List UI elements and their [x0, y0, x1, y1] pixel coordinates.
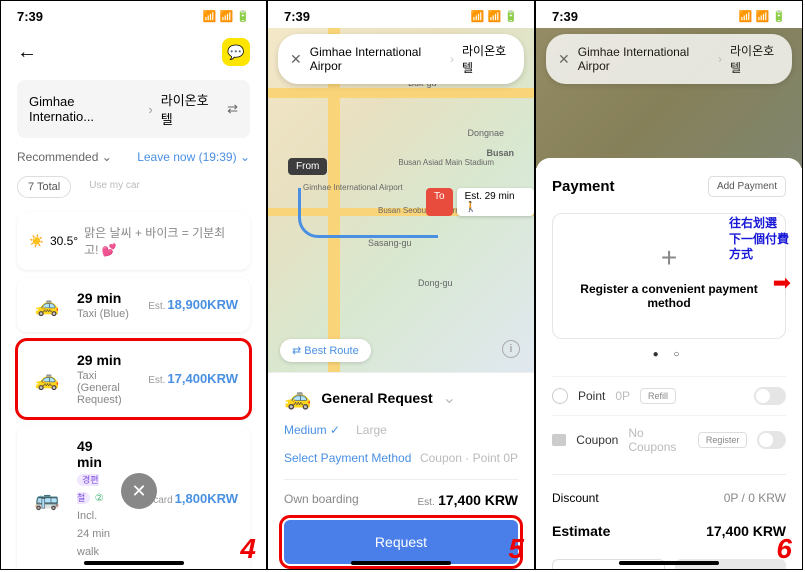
info-icon[interactable]: i	[502, 340, 520, 358]
filter-row: Recommended ⌄ Leave now (19:39) ⌄	[1, 142, 266, 172]
card-sub: Taxi (Blue)	[77, 308, 136, 320]
weather-temp: 30.5°	[50, 234, 78, 248]
status-time: 7:39	[284, 9, 310, 24]
estimate-row: Estimate 17,400 KRW	[552, 517, 786, 545]
coupon-row[interactable]: Coupon No Coupons Register	[552, 415, 786, 464]
route-to: 라이온호텔	[161, 90, 219, 128]
payment-method-row[interactable]: Select Payment Method Coupon · Point 0P	[284, 451, 518, 465]
search-pill[interactable]: ✕ Gimhae International Airpor › 라이온호텔	[278, 34, 524, 84]
coupon-icon	[552, 434, 566, 446]
coupon-toggle[interactable]	[757, 431, 786, 449]
result-card-taxi-blue[interactable]: 🚕 29 min Taxi (Blue) Est.18,900KRW	[17, 278, 250, 332]
add-payment-button[interactable]: Add Payment	[708, 176, 786, 197]
card-price: 1,800KRW	[175, 491, 238, 506]
sun-icon: ☀️	[29, 234, 44, 248]
back-icon[interactable]: ←	[17, 41, 37, 64]
card-price: 17,400KRW	[167, 371, 238, 386]
card-time: 49 min	[77, 438, 112, 470]
route-line	[298, 188, 438, 238]
sort-dropdown[interactable]: Recommended ⌄	[17, 150, 112, 164]
point-row[interactable]: Point 0P Refill	[552, 376, 786, 415]
step-number: 5	[508, 533, 524, 565]
weather-text: 맑은 날씨 + 바이크 = 기분최고! 💕	[84, 224, 238, 258]
home-indicator[interactable]	[84, 561, 184, 565]
status-bar: 7:39 📶 📶 🔋	[536, 1, 802, 28]
size-medium[interactable]: Medium ✓	[284, 423, 340, 437]
phone-screen-2: 7:39 📶 📶 🔋 Buk-gu Busan Dongnae Sasang-g…	[267, 0, 535, 570]
search-from: Gimhae International Airpor	[310, 45, 442, 73]
weather-card: ☀️ 30.5° 맑은 날씨 + 바이크 = 기분최고! 💕	[17, 212, 250, 270]
leave-time[interactable]: Leave now (19:39) ⌄	[137, 150, 250, 164]
chevron-right-icon: ›	[148, 102, 152, 117]
taxi-icon: 🚕	[29, 366, 65, 392]
card-time: 29 min	[77, 290, 136, 306]
close-icon: ✕	[558, 51, 570, 68]
close-fab[interactable]: ✕	[121, 473, 157, 509]
point-toggle[interactable]	[754, 387, 786, 405]
radio-icon[interactable]	[552, 388, 568, 404]
chip-total[interactable]: 7 Total	[17, 176, 71, 198]
search-pill: ✕ Gimhae International Airpor › 라이온호텔	[546, 34, 792, 84]
phone-screen-3: 7:39 📶 📶 🔋 ✕ Gimhae International Airpor…	[535, 0, 803, 570]
home-indicator[interactable]	[619, 561, 719, 565]
taxi-icon: 🚕	[284, 385, 311, 411]
status-time: 7:39	[552, 9, 578, 24]
from-marker: From	[288, 158, 327, 175]
route-selector[interactable]: Gimhae Internatio... › 라이온호텔 ⇄	[17, 80, 250, 138]
status-icons: 📶 📶 🔋	[739, 10, 786, 23]
route-from: Gimhae Internatio...	[29, 94, 140, 124]
status-bar: 7:39 📶 📶 🔋	[268, 1, 534, 28]
request-button[interactable]: Request	[284, 520, 518, 564]
card-price: 18,900KRW	[167, 297, 238, 312]
size-large[interactable]: Large	[356, 423, 387, 437]
bottom-sheet: 🚕 General Request ⌄ Medium ✓ Large Selec…	[268, 372, 534, 570]
payment-method-card[interactable]: 往右划選 下一個付費 方式 + Register a convenient pa…	[552, 213, 786, 339]
page-dots: ● ○	[552, 349, 786, 360]
step-number: 4	[240, 533, 256, 565]
payment-sheet: Payment Add Payment 往右划選 下一個付費 方式 + Regi…	[536, 158, 802, 570]
chevron-down-icon[interactable]: ⌄	[443, 388, 456, 408]
discount-row: Discount 0P / 0 KRW	[552, 485, 786, 511]
card-time: 29 min	[77, 352, 136, 368]
swap-icon[interactable]: ⇄	[227, 101, 238, 117]
kakao-icon[interactable]: 💬	[222, 38, 250, 66]
annotation-text: 往右划選 下一個付費 方式	[729, 216, 789, 263]
best-route-chip[interactable]: ⇄ Best Route	[280, 339, 371, 362]
status-time: 7:39	[17, 9, 43, 24]
sheet-title: General Request	[321, 390, 432, 406]
step-number: 6	[776, 533, 792, 565]
map-dimmed: ✕ Gimhae International Airpor › 라이온호텔	[536, 28, 802, 168]
status-bar: 7:39 📶 📶 🔋	[1, 1, 266, 28]
card-sub: Taxi (General Request)	[77, 370, 136, 406]
chips-row: 7 Total Use my car	[1, 172, 266, 206]
status-icons: 📶 📶 🔋	[471, 10, 518, 23]
register-text: Register a convenient payment method	[573, 282, 765, 310]
refill-button[interactable]: Refill	[640, 388, 676, 404]
taxi-icon: 🚕	[29, 292, 65, 318]
arrow-right-icon: ➡	[773, 270, 791, 296]
payment-title: Payment	[552, 178, 615, 195]
map[interactable]: Buk-gu Busan Dongnae Sasang-gu Dong-gu G…	[268, 28, 534, 372]
boarding-row: Own boarding Est. 17,400 KRW	[284, 479, 518, 508]
to-marker: To Est. 29 min 🚶	[426, 188, 534, 216]
search-to: 라이온호텔	[462, 42, 512, 76]
register-coupon-button[interactable]: Register	[698, 432, 748, 448]
status-icons: 📶 📶 🔋	[203, 10, 250, 23]
result-card-taxi-general[interactable]: 🚕 29 min Taxi (General Request) Est.17,4…	[17, 340, 250, 418]
phone-screen-1: 7:39 📶 📶 🔋 ← 💬 Gimhae Internatio... › 라이…	[0, 0, 267, 570]
header: ← 💬	[1, 28, 266, 76]
bus-icon: 🚌	[29, 486, 65, 512]
chip-usecar[interactable]: Use my car	[79, 176, 150, 198]
close-icon[interactable]: ✕	[290, 51, 302, 68]
home-indicator[interactable]	[351, 561, 451, 565]
size-selector: Medium ✓ Large	[284, 423, 518, 437]
